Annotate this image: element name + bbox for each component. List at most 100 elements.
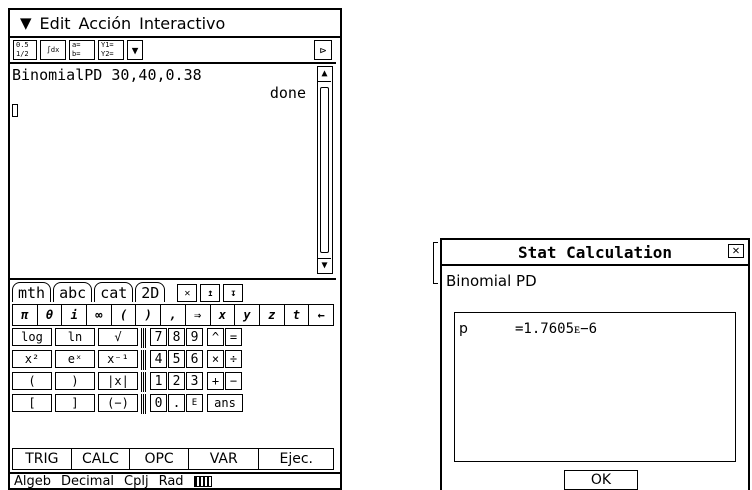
keypad-separator <box>141 372 147 392</box>
input-command: BinomialPD 30,40,0.38 <box>12 66 202 84</box>
key-equals[interactable]: = <box>225 328 242 346</box>
key-9[interactable]: 9 <box>186 328 203 346</box>
key-exp[interactable]: eˣ <box>55 350 95 368</box>
key-minus[interactable]: − <box>225 372 242 390</box>
status-mode-algeb[interactable]: Algeb <box>14 474 51 488</box>
tab-cat[interactable]: cat <box>94 282 134 302</box>
softkey-ejec[interactable]: Ejec. <box>259 449 333 469</box>
chevron-down-icon[interactable]: ▼ <box>20 14 32 32</box>
tab-abc[interactable]: abc <box>53 282 93 302</box>
key-inverse[interactable]: x⁻¹ <box>98 350 138 368</box>
menu-accion[interactable]: Acción <box>79 14 132 33</box>
key-close-bracket[interactable]: ] <box>55 394 95 412</box>
key-log[interactable]: log <box>12 328 52 346</box>
status-mode-decimal[interactable]: Decimal <box>61 474 114 488</box>
key-8[interactable]: 8 <box>168 328 185 346</box>
softkey-var[interactable]: VAR <box>189 449 260 469</box>
result-label: p <box>459 321 468 337</box>
softkey-bar: TRIG CALC OPC VAR Ejec. <box>12 448 334 470</box>
key-plus[interactable]: + <box>207 372 224 390</box>
keypad-row: x² eˣ x⁻¹ 4 5 6 × ÷ <box>12 350 334 370</box>
sym-theta[interactable]: θ <box>38 305 63 325</box>
keyboard-enter-icon[interactable]: ↧ <box>223 284 244 302</box>
result-value: =1.7605ᴇ−6 <box>515 321 598 337</box>
key-multiply[interactable]: × <box>207 350 224 368</box>
key-5[interactable]: 5 <box>168 350 185 368</box>
sym-open-paren[interactable]: ( <box>112 305 137 325</box>
sym-close-paren[interactable]: ) <box>136 305 162 325</box>
symbol-row: π θ i ∞ ( ) , ⇒ x y z t ← <box>12 304 334 326</box>
key-ans[interactable]: ans <box>207 394 243 412</box>
key-open-bracket[interactable]: [ <box>12 394 52 412</box>
keypad-separator <box>141 328 147 348</box>
menu-edit[interactable]: Edit <box>40 14 71 33</box>
ok-button[interactable]: OK <box>564 470 638 490</box>
sym-y[interactable]: y <box>235 305 260 325</box>
dialog-title: Stat Calculation <box>442 240 748 266</box>
text-cursor <box>12 104 18 117</box>
key-close-brace[interactable]: ) <box>55 372 95 390</box>
softkey-opc[interactable]: OPC <box>130 449 189 469</box>
scroll-up-icon[interactable]: ▲ <box>318 67 331 82</box>
menu-bar: ▼ Edit Acción Interactivo <box>10 10 340 38</box>
tab-mth[interactable]: mth <box>12 282 52 302</box>
scroll-thumb[interactable] <box>320 87 329 253</box>
menu-interactivo[interactable]: Interactivo <box>139 14 225 33</box>
sym-implies[interactable]: ⇒ <box>186 305 211 325</box>
sym-infinity[interactable]: ∞ <box>87 305 112 325</box>
key-square[interactable]: x² <box>12 350 52 368</box>
backspace-icon[interactable]: ← <box>309 305 333 325</box>
background-window-edge <box>433 242 438 284</box>
keypad: log ln √ 7 8 9 ^ = x² eˣ x⁻¹ 4 5 6 × ÷ (… <box>12 328 334 448</box>
sym-x[interactable]: x <box>211 305 236 325</box>
keypad-separator <box>141 350 147 370</box>
vertical-scrollbar[interactable]: ▲ ▼ <box>317 66 333 274</box>
key-sqrt[interactable]: √ <box>98 328 138 346</box>
key-ln[interactable]: ln <box>55 328 95 346</box>
toolbar-next-icon[interactable]: ⊳ <box>314 40 332 60</box>
key-negate[interactable]: (−) <box>98 394 138 412</box>
key-divide[interactable]: ÷ <box>225 350 242 368</box>
softkey-calc[interactable]: CALC <box>72 449 131 469</box>
close-keyboard-icon[interactable]: ✕ <box>177 284 198 302</box>
keypad-row: [ ] (−) 0 . E ans <box>12 394 334 414</box>
key-decimal[interactable]: . <box>168 394 185 412</box>
key-6[interactable]: 6 <box>186 350 203 368</box>
sym-z[interactable]: z <box>260 305 285 325</box>
keypad-row: ( ) |x| 1 2 3 + − <box>12 372 334 392</box>
sym-t[interactable]: t <box>285 305 310 325</box>
status-mode-cplj[interactable]: Cplj <box>124 474 149 488</box>
key-abs[interactable]: |x| <box>98 372 138 390</box>
graph-functions-button[interactable]: Y1= Y2= <box>98 40 124 60</box>
softkey-trig[interactable]: TRIG <box>13 449 72 469</box>
toolbar: 0.5 1/2 ∫dx a= b= Y1= Y2= ▼ ⊳ <box>10 38 336 64</box>
key-power[interactable]: ^ <box>207 328 224 346</box>
toolbar-dropdown-icon[interactable]: ▼ <box>127 40 143 60</box>
keypad-separator <box>141 394 147 414</box>
sym-pi[interactable]: π <box>13 305 38 325</box>
key-exponent[interactable]: E <box>186 394 203 412</box>
results-panel: p =1.7605ᴇ−6 <box>454 312 736 462</box>
keyboard-up-icon[interactable]: ↥ <box>200 284 221 302</box>
key-7[interactable]: 7 <box>150 328 167 346</box>
key-4[interactable]: 4 <box>150 350 167 368</box>
key-1[interactable]: 1 <box>150 372 167 390</box>
integral-button[interactable]: ∫dx <box>40 40 66 60</box>
key-0[interactable]: 0 <box>150 394 167 412</box>
sym-i[interactable]: i <box>62 305 88 325</box>
tab-2d[interactable]: 2D <box>135 282 166 302</box>
key-2[interactable]: 2 <box>168 372 185 390</box>
keypad-row: log ln √ 7 8 9 ^ = <box>12 328 334 348</box>
sym-comma[interactable]: , <box>161 305 186 325</box>
key-3[interactable]: 3 <box>186 372 203 390</box>
main-work-area[interactable]: BinomialPD 30,40,0.38 done ▲ ▼ <box>10 64 336 280</box>
status-mode-rad[interactable]: Rad <box>159 474 184 488</box>
keyboard-tabs: mth abc cat 2D ✕ ↥ ↧ <box>10 280 336 302</box>
scroll-down-icon[interactable]: ▼ <box>318 258 331 273</box>
assign-button[interactable]: a= b= <box>69 40 95 60</box>
key-open-brace[interactable]: ( <box>12 372 52 390</box>
status-bar: Algeb Decimal Cplj Rad <box>10 472 340 488</box>
close-icon[interactable]: ✕ <box>728 244 744 258</box>
fraction-decimal-button[interactable]: 0.5 1/2 <box>13 40 37 60</box>
battery-icon <box>193 476 212 487</box>
